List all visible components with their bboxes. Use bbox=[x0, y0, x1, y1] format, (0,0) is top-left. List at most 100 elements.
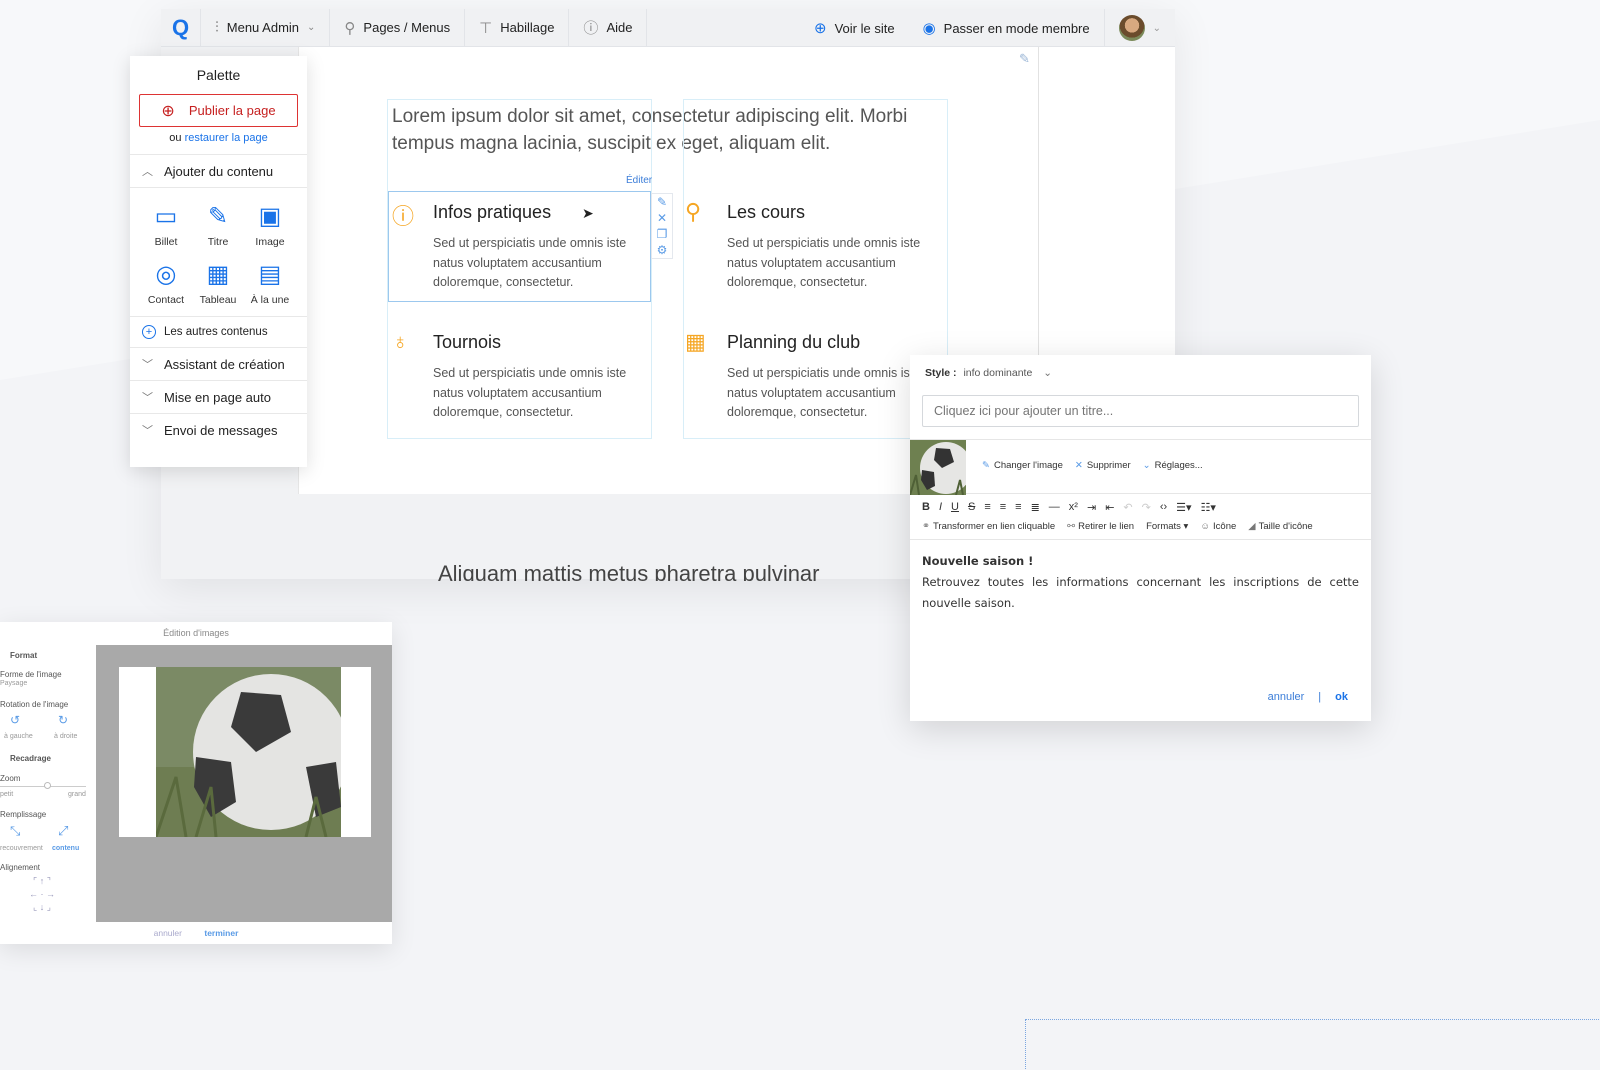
tile-tableau[interactable]: ▦ Tableau bbox=[192, 258, 244, 307]
link-icon: ⚭ bbox=[922, 521, 930, 532]
mode-membre-button[interactable]: ◉ Passer en mode membre bbox=[909, 9, 1104, 47]
image-editor-panel: Édition d'images Format Forme de l'image… bbox=[0, 622, 392, 944]
habillage-label: Habillage bbox=[500, 20, 555, 35]
tile-label: Image bbox=[255, 236, 285, 248]
numbered-list-icon[interactable]: ☷▾ bbox=[1201, 501, 1216, 514]
style-label: Style : bbox=[925, 367, 957, 379]
align-right-icon[interactable]: ≡ bbox=[1015, 501, 1021, 514]
content-tiles: ▭ Billet ✎ Titre ▣ Image ◎ Contact ▦ Tab… bbox=[130, 187, 307, 316]
change-image-button[interactable]: ✎ Changer l'image bbox=[982, 460, 1063, 471]
block-title[interactable]: Les cours bbox=[727, 202, 805, 223]
user-menu[interactable]: ⌄ bbox=[1103, 9, 1175, 47]
menu-admin-button[interactable]: ⫶ Menu Admin ⌄ bbox=[201, 8, 331, 47]
shape-select[interactable]: Paysage bbox=[0, 680, 27, 687]
bold-icon[interactable]: B bbox=[922, 501, 930, 514]
section-heading[interactable]: Aliquam mattis metus pharetra pulvinar bbox=[438, 561, 820, 581]
eye-icon: ◉ bbox=[922, 20, 936, 37]
indent-icon[interactable]: ⇥ bbox=[1087, 501, 1096, 514]
shape-label: Forme de l'image bbox=[0, 670, 62, 679]
align-center-icon[interactable]: ≡ bbox=[1000, 501, 1006, 514]
image-frame bbox=[119, 667, 371, 837]
settings-icon[interactable]: ⚙ bbox=[657, 243, 668, 257]
alignment-grid[interactable]: ⌜ ↑ ⌝ ← · → ⌞ ↓ ⌟ bbox=[22, 875, 62, 915]
cancel-button[interactable]: annuler bbox=[1268, 691, 1305, 703]
block-title[interactable]: Tournois bbox=[433, 332, 501, 353]
chevron-down-icon: ⌄ bbox=[1043, 367, 1053, 379]
other-contents-button[interactable]: + Les autres contenus bbox=[130, 316, 307, 347]
unlink-label: Retirer le lien bbox=[1078, 521, 1135, 532]
justify-icon[interactable]: ≣ bbox=[1031, 501, 1040, 514]
ok-button[interactable]: ok bbox=[1335, 691, 1348, 703]
redo-icon[interactable]: ↷ bbox=[1142, 501, 1151, 514]
mouse-cursor-icon: ➤ bbox=[582, 205, 594, 221]
rotate-right-icon[interactable]: ↻ bbox=[58, 713, 68, 727]
superscript-icon[interactable]: x² bbox=[1069, 501, 1078, 514]
dialog-footer: annuler | ok bbox=[1268, 691, 1348, 703]
logo[interactable]: Q bbox=[161, 8, 201, 47]
copy-icon[interactable]: ❐ bbox=[657, 227, 668, 241]
tile-contact[interactable]: ◎ Contact bbox=[140, 258, 192, 307]
block-text[interactable]: Sed ut perspiciatis unde omnis iste natu… bbox=[727, 364, 937, 423]
edit-label[interactable]: Éditer bbox=[626, 175, 652, 186]
image-editor-footer: annuler terminer bbox=[0, 922, 392, 944]
titre-icon: ✎ bbox=[207, 202, 229, 230]
pencil-icon[interactable]: ✎ bbox=[1019, 51, 1030, 67]
section-envoi-messages[interactable]: ﹀ Envoi de messages bbox=[130, 413, 307, 446]
block-edit-dialog: Style : info dominante ⌄ ✎Changer l'imag… bbox=[910, 355, 1371, 721]
title-input[interactable] bbox=[922, 395, 1359, 427]
close-icon[interactable]: ✕ bbox=[657, 211, 667, 225]
strikethrough-icon[interactable]: S bbox=[968, 501, 975, 514]
outdent-icon[interactable]: ⇤ bbox=[1105, 501, 1114, 514]
voir-site-button[interactable]: ⊕ Voir le site bbox=[800, 9, 909, 47]
horizontal-rule-icon[interactable]: — bbox=[1049, 501, 1060, 514]
tile-image[interactable]: ▣ Image bbox=[244, 200, 296, 249]
restore-link[interactable]: restaurer la page bbox=[185, 132, 268, 144]
block-text[interactable]: Sed ut perspiciatis unde omnis iste natu… bbox=[433, 364, 643, 423]
finish-button[interactable]: terminer bbox=[204, 928, 238, 938]
image-settings-button[interactable]: ⌄ Réglages... bbox=[1143, 460, 1203, 471]
zoom-slider-handle[interactable] bbox=[44, 782, 51, 789]
text-editor-body[interactable]: Nouvelle saison ! Retrouvez toutes les i… bbox=[922, 551, 1359, 614]
zoom-slider[interactable] bbox=[0, 786, 86, 787]
cancel-button[interactable]: annuler bbox=[154, 928, 182, 938]
block-title[interactable]: Planning du club bbox=[727, 332, 860, 353]
formats-dropdown[interactable]: Formats ▾ bbox=[1146, 521, 1188, 532]
image-icon: ▣ bbox=[258, 202, 282, 230]
undo-icon[interactable]: ↶ bbox=[1123, 501, 1132, 514]
icon-size-button[interactable]: ◢ Taille d'icône bbox=[1248, 521, 1312, 532]
underline-icon[interactable]: U bbox=[951, 501, 959, 514]
link-button[interactable]: ⚭ Transformer en lien cliquable bbox=[922, 521, 1055, 532]
bullet-list-icon[interactable]: ☰▾ bbox=[1176, 501, 1191, 514]
image-thumbnail[interactable] bbox=[910, 440, 966, 495]
block-title[interactable]: Infos pratiques bbox=[433, 202, 551, 223]
cropping-heading[interactable]: Recadrage bbox=[10, 754, 51, 763]
align-left-icon[interactable]: ≡ bbox=[984, 501, 990, 514]
tile-titre[interactable]: ✎ Titre bbox=[192, 200, 244, 249]
tile-a-la-une[interactable]: ▤ À la une bbox=[244, 258, 296, 307]
rotate-left-icon[interactable]: ↺ bbox=[10, 713, 20, 727]
section-mise-en-page[interactable]: ﹀ Mise en page auto bbox=[130, 380, 307, 413]
tile-billet[interactable]: ▭ Billet bbox=[140, 200, 192, 249]
style-select[interactable]: Style : info dominante ⌄ bbox=[925, 367, 1052, 379]
style-value: info dominante bbox=[963, 367, 1033, 379]
code-icon[interactable]: ‹› bbox=[1160, 501, 1167, 514]
block-text[interactable]: Sed ut perspiciatis unde omnis iste natu… bbox=[727, 234, 937, 293]
compress-icon[interactable]: ⤢ bbox=[58, 823, 68, 839]
delete-image-button[interactable]: ✕ Supprimer bbox=[1075, 460, 1131, 471]
pencil-icon[interactable]: ✎ bbox=[657, 195, 667, 209]
unlink-button[interactable]: ⚯ Retirer le lien bbox=[1067, 521, 1134, 532]
publish-button[interactable]: ⊕ Publier la page bbox=[139, 94, 298, 127]
menu-admin-label: Menu Admin bbox=[226, 20, 300, 35]
habillage-button[interactable]: ⊤ Habillage bbox=[465, 8, 570, 47]
expand-icon[interactable]: ⤡ bbox=[10, 823, 20, 839]
icon-button[interactable]: ☺ Icône bbox=[1200, 521, 1236, 532]
format-heading[interactable]: Format bbox=[10, 651, 37, 660]
aide-button[interactable]: ⓘ Aide bbox=[569, 8, 648, 47]
italic-icon[interactable]: I bbox=[939, 501, 942, 514]
add-content-section[interactable]: ︿ Ajouter du contenu bbox=[130, 154, 307, 187]
block-text[interactable]: Sed ut perspiciatis unde omnis iste natu… bbox=[433, 234, 643, 293]
alignment-label: Alignement bbox=[0, 863, 41, 872]
section-assistant[interactable]: ﹀ Assistant de création bbox=[130, 347, 307, 380]
pages-menus-button[interactable]: ⚲ Pages / Menus bbox=[330, 8, 466, 47]
soccer-ball-photo[interactable] bbox=[156, 667, 341, 837]
